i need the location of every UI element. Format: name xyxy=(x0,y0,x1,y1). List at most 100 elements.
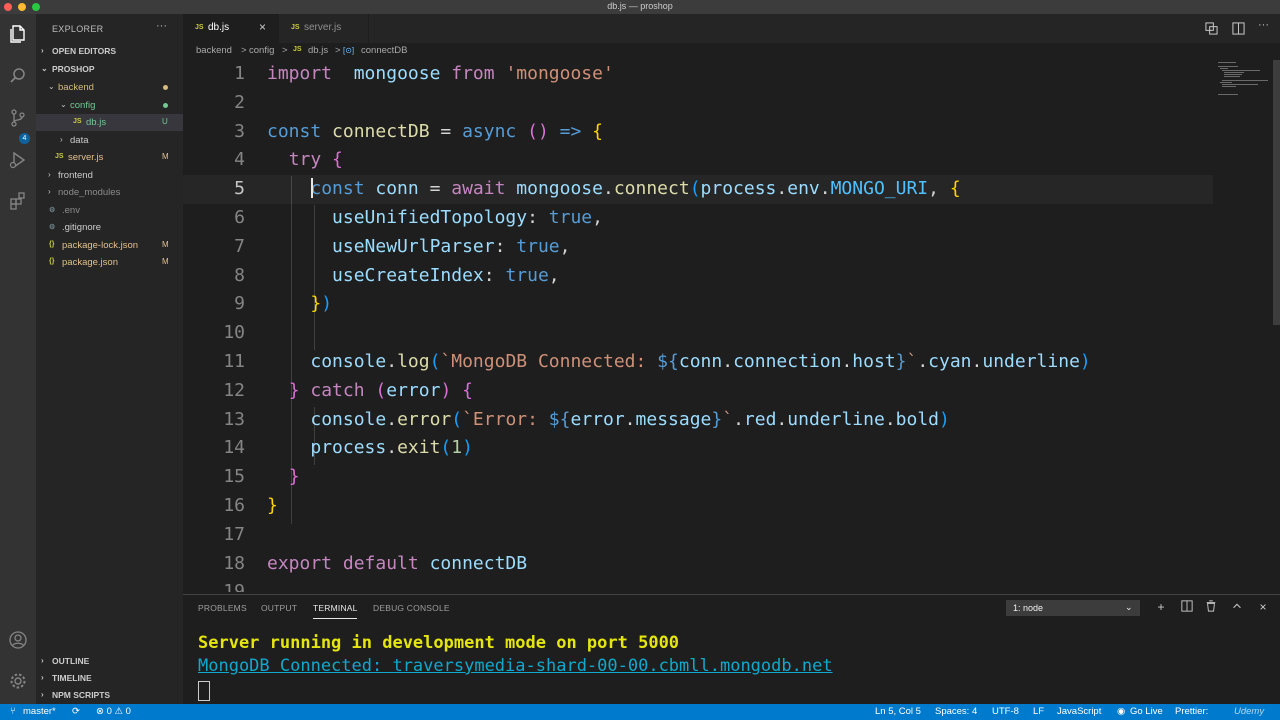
close-tab-icon[interactable]: × xyxy=(259,20,266,34)
kill-terminal-icon[interactable] xyxy=(1204,600,1218,614)
more-actions-icon[interactable]: ··· xyxy=(156,20,167,32)
code-text: } catch (error) { xyxy=(288,379,473,401)
tab-terminal[interactable]: TERMINAL xyxy=(313,603,358,613)
tab-db-js[interactable]: JS db.js × xyxy=(183,14,279,43)
tab-debug-console[interactable]: DEBUG CONSOLE xyxy=(373,603,450,613)
chevron-right-icon: › xyxy=(41,673,44,682)
chevron-right-icon: › xyxy=(41,690,44,699)
git-status: M xyxy=(162,239,169,249)
code-editor[interactable]: 1 import mongoose from 'mongoose' 2 3 const … xyxy=(183,60,1213,592)
close-panel-icon[interactable]: × xyxy=(1256,600,1270,614)
accounts-icon[interactable] xyxy=(6,628,30,652)
tree-item[interactable]: › frontend xyxy=(36,167,183,184)
tree-item[interactable]: JS server.js M xyxy=(36,149,183,166)
breadcrumb-item[interactable]: db.js xyxy=(308,45,328,56)
minimap-line xyxy=(1220,82,1232,83)
line-number: 6 xyxy=(234,207,245,228)
search-icon[interactable] xyxy=(6,64,30,88)
code-line: 13 console.error(`Error: ${error.message… xyxy=(183,406,1213,435)
code-line: 18 export default connectDB xyxy=(183,550,1213,579)
project-section[interactable]: ⌄ PROSHOP xyxy=(36,61,183,78)
prettier-status[interactable]: Prettier: xyxy=(1175,706,1208,717)
source-control-icon[interactable] xyxy=(6,106,30,130)
tree-item[interactable]: JS db.js U xyxy=(36,114,183,131)
editor-scrollbar[interactable] xyxy=(1273,60,1280,325)
problems-count[interactable]: ⊗ 0 ⚠ 0 xyxy=(96,706,131,717)
sync-icon[interactable]: ⟳ xyxy=(72,706,80,717)
line-number: 16 xyxy=(223,495,245,516)
tab-server-js[interactable]: JS server.js xyxy=(279,14,369,43)
tree-item[interactable]: {} package-lock.json M xyxy=(36,237,183,254)
encoding[interactable]: UTF-8 xyxy=(992,706,1019,717)
cursor-position[interactable]: Ln 5, Col 5 xyxy=(875,706,921,717)
breadcrumb-item[interactable]: config xyxy=(249,45,274,56)
tree-item[interactable]: › node_modules xyxy=(36,184,183,201)
code-text: }) xyxy=(310,293,333,315)
more-actions-icon[interactable]: ··· xyxy=(1258,19,1272,33)
chevron-down-icon: ⌄ xyxy=(1125,602,1133,612)
go-live-button[interactable]: Go Live xyxy=(1130,706,1163,717)
line-number: 18 xyxy=(223,552,245,574)
tree-item[interactable]: ⌄ config xyxy=(36,97,183,114)
terminal-select[interactable]: 1: node ⌄ xyxy=(1006,600,1140,616)
tree-item[interactable]: ⌄ backend xyxy=(36,79,183,96)
breadcrumb-item[interactable]: backend xyxy=(196,45,232,56)
language-mode[interactable]: JavaScript xyxy=(1057,706,1101,717)
npm-scripts-section[interactable]: › NPM SCRIPTS xyxy=(36,687,183,704)
chevron-right-icon: › xyxy=(60,134,63,144)
tree-item[interactable]: ⚙ .gitignore xyxy=(36,219,183,236)
open-editors-section[interactable]: › OPEN EDITORS xyxy=(36,43,183,60)
git-branch[interactable]: master* xyxy=(23,706,56,717)
tree-item[interactable]: › data xyxy=(36,132,183,149)
modified-dot-icon xyxy=(163,85,168,90)
line-number: 7 xyxy=(234,235,245,257)
code-line: 10 xyxy=(183,319,1213,348)
terminal-cursor xyxy=(198,681,210,701)
settings-file-icon: ⚙ xyxy=(49,224,56,231)
line-number: 9 xyxy=(234,293,245,315)
line-number: 11 xyxy=(223,351,245,372)
line-number: 2 xyxy=(234,91,245,113)
breadcrumb-item[interactable]: connectDB xyxy=(361,45,407,56)
tree-item-label: .gitignore xyxy=(62,222,102,233)
code-text: const connectDB = async () => { xyxy=(267,120,603,142)
code-line: 9 }) xyxy=(183,290,1213,319)
outline-section[interactable]: › OUTLINE xyxy=(36,653,183,670)
run-debug-icon[interactable] xyxy=(6,148,30,172)
source-control-badge: 4 xyxy=(19,133,30,144)
section-label: OUTLINE xyxy=(52,656,90,666)
broadcast-icon: ◉ xyxy=(1117,706,1126,717)
timeline-section[interactable]: › TIMELINE xyxy=(36,670,183,687)
tab-label: db.js xyxy=(208,22,230,33)
chevron-right-icon: › xyxy=(41,46,44,55)
bottom-panel: PROBLEMS OUTPUT TERMINAL DEBUG CONSOLE 1… xyxy=(183,594,1280,704)
split-terminal-icon[interactable] xyxy=(1180,600,1194,614)
tab-output[interactable]: OUTPUT xyxy=(261,603,297,613)
active-tab-indicator xyxy=(313,618,357,619)
tree-item-label: backend xyxy=(58,82,94,93)
text-cursor xyxy=(311,178,313,198)
terminal-output-line: MongoDB Connected: traversymedia-shard-0… xyxy=(198,656,833,676)
tab-label: server.js xyxy=(304,22,342,33)
minimap[interactable] xyxy=(1213,60,1280,592)
extensions-icon[interactable] xyxy=(6,189,30,213)
maximize-panel-icon[interactable] xyxy=(1230,600,1244,614)
tab-problems[interactable]: PROBLEMS xyxy=(198,603,247,613)
open-changes-icon[interactable] xyxy=(1205,22,1219,36)
code-line: 17 xyxy=(183,521,1213,550)
end-of-line[interactable]: LF xyxy=(1033,706,1044,717)
line-number: 5 xyxy=(234,178,245,200)
tree-item[interactable]: ⚙ .env xyxy=(36,202,183,219)
new-terminal-icon[interactable]: + xyxy=(1154,600,1168,614)
explorer-icon[interactable] xyxy=(6,22,30,46)
split-editor-icon[interactable] xyxy=(1232,22,1246,36)
minimap-line xyxy=(1224,72,1244,73)
code-text: export default connectDB xyxy=(267,552,528,574)
line-number: 10 xyxy=(223,322,245,344)
indentation[interactable]: Spaces: 4 xyxy=(935,706,977,717)
terminal-output-line: Server running in development mode on po… xyxy=(198,633,680,653)
tree-item[interactable]: {} package.json M xyxy=(36,254,183,271)
code-line: 8 useCreateIndex: true, xyxy=(183,262,1213,291)
section-label: TIMELINE xyxy=(52,673,92,683)
settings-gear-icon[interactable] xyxy=(6,669,30,693)
